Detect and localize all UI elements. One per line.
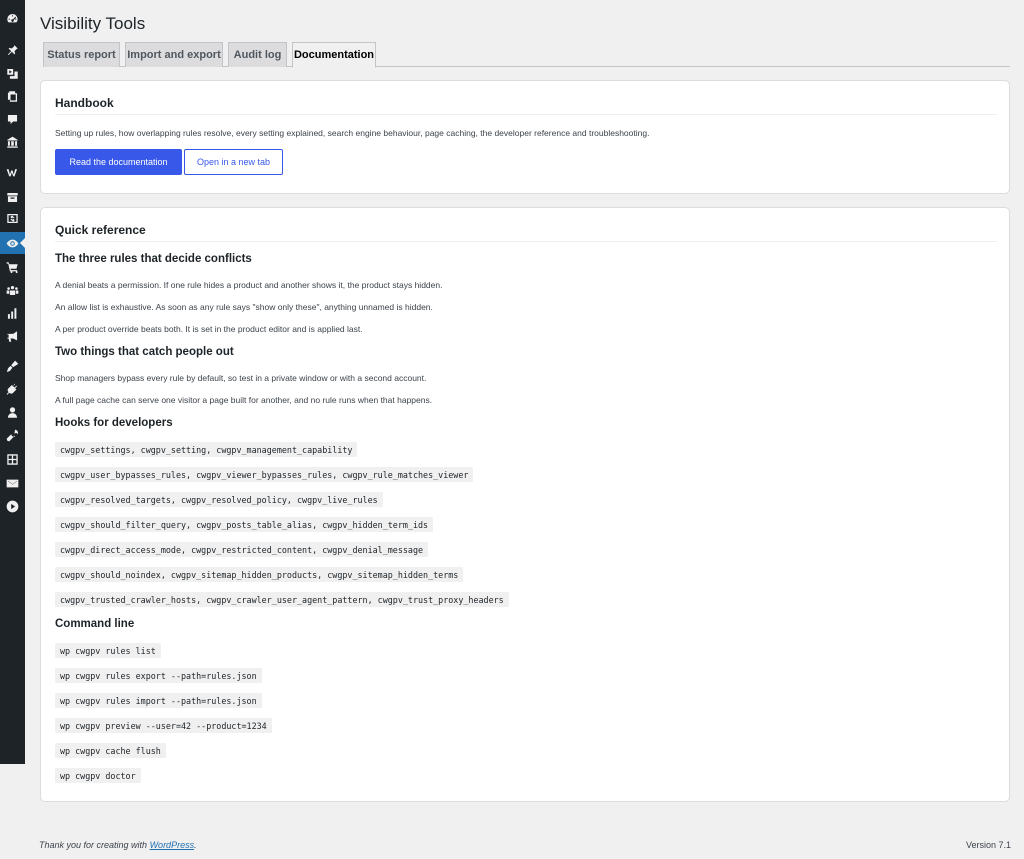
tab-import-export[interactable]: Import and export xyxy=(125,42,223,67)
appearance-icon[interactable] xyxy=(0,355,25,377)
handbook-divider xyxy=(55,114,997,115)
visibility-icon[interactable] xyxy=(0,232,25,254)
read-documentation-button[interactable]: Read the documentation xyxy=(55,149,182,175)
woocommerce-icon[interactable] xyxy=(0,161,25,183)
quick-reference-divider xyxy=(55,241,997,242)
hooks-heading: Hooks for developers xyxy=(55,417,173,429)
users-icon[interactable] xyxy=(0,401,25,423)
wordpress-link[interactable]: WordPress xyxy=(150,840,195,850)
tools-icon[interactable] xyxy=(0,424,25,446)
archive-icon[interactable] xyxy=(0,186,25,208)
media-icon[interactable] xyxy=(0,62,25,84)
dashboard-icon[interactable] xyxy=(0,7,25,29)
tab-bar: Status report Import and export Audit lo… xyxy=(43,42,1010,68)
pages-icon[interactable] xyxy=(0,85,25,107)
hook-group-5: cwgpv_direct_access_mode, cwgpv_restrict… xyxy=(55,542,429,557)
tab-documentation[interactable]: Documentation xyxy=(292,42,376,68)
hook-group-3: cwgpv_resolved_targets, cwgpv_resolved_p… xyxy=(55,492,383,507)
money-icon[interactable] xyxy=(0,207,25,229)
tab-status-report[interactable]: Status report xyxy=(43,42,120,67)
footer-thanks-prefix: Thank you for creating with xyxy=(39,840,150,850)
hook-group-7: cwgpv_trusted_crawler_hosts, cwgpv_crawl… xyxy=(55,592,509,607)
mail-icon[interactable] xyxy=(0,472,25,494)
pin-icon[interactable] xyxy=(0,39,25,61)
conflict-rule-1: A denial beats a permission. If one rule… xyxy=(55,280,443,290)
footer-thanks: Thank you for creating with WordPress. xyxy=(39,840,197,850)
cli-command-6: wp cwgpv doctor xyxy=(55,768,141,783)
hook-group-1: cwgpv_settings, cwgpv_setting, cwgpv_man… xyxy=(55,442,358,457)
cli-command-2: wp cwgpv rules export --path=rules.json xyxy=(55,668,262,683)
analytics-icon[interactable] xyxy=(0,302,25,324)
play-icon[interactable] xyxy=(0,495,25,517)
cli-command-5: wp cwgpv cache flush xyxy=(55,743,166,758)
conflict-rule-3: A per product override beats both. It is… xyxy=(55,324,363,334)
quick-reference-title: Quick reference xyxy=(55,223,146,237)
settings-icon[interactable] xyxy=(0,448,25,470)
cli-command-4: wp cwgpv preview --user=42 --product=123… xyxy=(55,718,272,733)
footer-thanks-suffix: . xyxy=(194,840,197,850)
handbook-card: Handbook Setting up rules, how overlappi… xyxy=(40,80,1010,194)
gotcha-1: Shop managers bypass every rule by defau… xyxy=(55,373,427,383)
hook-group-4: cwgpv_should_filter_query, cwgpv_posts_t… xyxy=(55,517,434,532)
cart-icon[interactable] xyxy=(0,256,25,278)
hook-group-6: cwgpv_should_noindex, cwgpv_sitemap_hidd… xyxy=(55,567,464,582)
groups-icon[interactable] xyxy=(0,279,25,301)
handbook-description: Setting up rules, how overlapping rules … xyxy=(55,128,650,138)
conflict-rule-2: An allow list is exhaustive. As soon as … xyxy=(55,302,433,312)
page-title: Visibility Tools xyxy=(40,14,146,33)
open-new-tab-button[interactable]: Open in a new tab xyxy=(184,149,283,175)
megaphone-icon[interactable] xyxy=(0,325,25,347)
quick-reference-card: Quick reference The three rules that dec… xyxy=(40,207,1010,802)
admin-sidebar xyxy=(0,0,25,764)
hook-group-2: cwgpv_user_bypasses_rules, cwgpv_viewer_… xyxy=(55,467,474,482)
cli-command-3: wp cwgpv rules import --path=rules.json xyxy=(55,693,262,708)
gotchas-heading: Two things that catch people out xyxy=(55,346,234,358)
tab-audit-log[interactable]: Audit log xyxy=(228,42,287,67)
cli-command-1: wp cwgpv rules list xyxy=(55,643,161,658)
gotcha-2: A full page cache can serve one visitor … xyxy=(55,395,433,405)
handbook-title: Handbook xyxy=(55,96,114,110)
comments-icon[interactable] xyxy=(0,108,25,130)
conflicts-heading: The three rules that decide conflicts xyxy=(55,253,252,265)
institution-icon[interactable] xyxy=(0,131,25,153)
cli-heading: Command line xyxy=(55,618,135,630)
footer-version: Version 7.1 xyxy=(965,840,1011,850)
plugins-icon[interactable] xyxy=(0,378,25,400)
